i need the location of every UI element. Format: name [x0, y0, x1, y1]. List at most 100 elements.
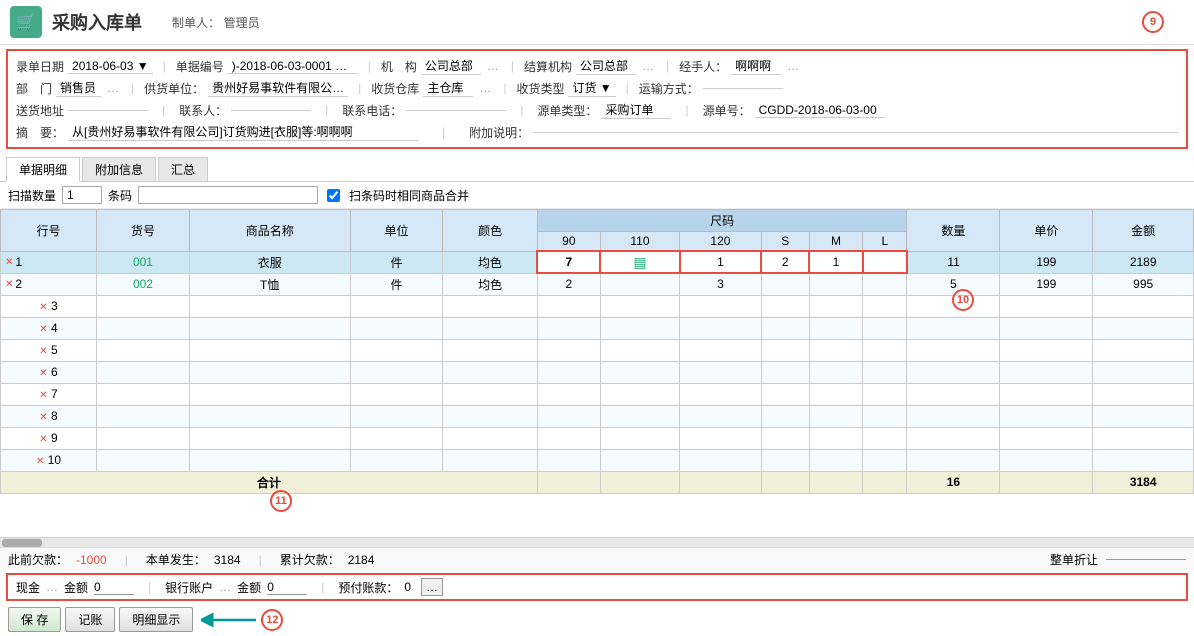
- creator-label: 制单人： 管理员: [172, 14, 260, 31]
- col-size-group: 尺码: [537, 210, 907, 232]
- detail-button[interactable]: 明细显示: [119, 607, 193, 632]
- cell-unit[interactable]: 件: [350, 273, 443, 295]
- cell-size-90[interactable]: 2: [537, 273, 600, 295]
- prev-debt-label: 此前欠款：: [8, 551, 68, 568]
- scrollbar-thumb[interactable]: [2, 539, 42, 547]
- bank-amount-label: 金额: [237, 579, 261, 596]
- discount-value[interactable]: [1106, 559, 1186, 560]
- cell-size-m[interactable]: 1: [809, 251, 863, 273]
- merge-label: 扫条码时相同商品合并: [349, 187, 469, 204]
- save-button[interactable]: 保 存: [8, 607, 61, 632]
- cell-amount[interactable]: 2189: [1093, 251, 1194, 273]
- col-size-110: 110: [600, 232, 679, 252]
- table-row[interactable]: ✕ 2 002 T恤 件 均色 2 3 5 199 995: [1, 273, 1194, 295]
- cell-size-120[interactable]: 1: [680, 251, 762, 273]
- cash-amount-label: 金额: [64, 579, 88, 596]
- badge-11: 11: [270, 490, 292, 512]
- merge-checkbox[interactable]: [327, 189, 340, 202]
- cell-amount[interactable]: 995: [1093, 273, 1194, 295]
- form-row-2: 部 门 销售员 … | 供货单位： 贵州好易事软件有限公… | 收货仓库 主仓库…: [16, 77, 1178, 99]
- header-row-1: 行号 货号 商品名称 单位 颜色 尺码 数量 单价 金额: [1, 210, 1194, 232]
- prepay-label: 预付账款：: [338, 579, 398, 596]
- badge-10: 10: [952, 289, 974, 311]
- col-size-m: M: [809, 232, 863, 252]
- table-row[interactable]: ✕ 10: [1, 449, 1194, 471]
- cell-size-s[interactable]: [761, 273, 809, 295]
- tab-summary[interactable]: 汇总: [158, 157, 208, 181]
- cell-size-90[interactable]: 7: [537, 251, 600, 273]
- cell-goodsname[interactable]: T恤: [189, 273, 350, 295]
- col-rownum: 行号: [1, 210, 97, 252]
- cell-goodsno[interactable]: 002: [96, 273, 189, 295]
- table-row[interactable]: ✕ 8: [1, 405, 1194, 427]
- cell-size-l[interactable]: [863, 273, 907, 295]
- col-goodsno: 货号: [96, 210, 189, 252]
- cell-price[interactable]: 199: [1000, 273, 1093, 295]
- tab-detail[interactable]: 单据明细: [6, 157, 80, 182]
- prev-debt-value: -1000: [76, 553, 107, 567]
- col-unit: 单位: [350, 210, 443, 252]
- payment-row: 现金 … 金额 0 | 银行账户 … 金额 0 | 预付账款： 0 …: [6, 573, 1188, 601]
- cell-size-l[interactable]: [863, 251, 907, 273]
- current-value: 3184: [214, 553, 241, 567]
- col-size-120: 120: [680, 232, 762, 252]
- current-label: 本单发生：: [146, 551, 206, 568]
- prepay-value: 0: [404, 580, 411, 594]
- cell-size-m[interactable]: [809, 273, 863, 295]
- col-price: 单价: [1000, 210, 1093, 252]
- form-row-3: 送货地址 | 联系人： | 联系电话： | 源单类型： 采购订单 | 源单号： …: [16, 99, 1178, 121]
- cell-goodsno[interactable]: 001: [96, 251, 189, 273]
- form-row-1: 录单日期 2018-06-03 ▼ | 单据编号 )-2018-06-03-00…: [16, 55, 1178, 77]
- cell-size-110[interactable]: [600, 273, 679, 295]
- main-table: 行号 货号 商品名称 单位 颜色 尺码 数量 单价 金额 90 110 120 …: [0, 209, 1194, 494]
- table-row[interactable]: ✕ 4: [1, 317, 1194, 339]
- cell-rownum: ✕ 2: [1, 273, 97, 295]
- table-row[interactable]: ✕ 7: [1, 383, 1194, 405]
- cell-size-s[interactable]: 2: [761, 251, 809, 273]
- scan-qty-input[interactable]: [62, 186, 102, 204]
- table-row[interactable]: ✕ 6: [1, 361, 1194, 383]
- cell-goodsname[interactable]: 衣服: [189, 251, 350, 273]
- status-bar: 此前欠款： -1000 | 本单发生： 3184 | 累计欠款： 2184 整单…: [0, 547, 1194, 571]
- total-debt-label: 累计欠款：: [280, 551, 340, 568]
- cell-size-120[interactable]: 3: [680, 273, 762, 295]
- barcode-input[interactable]: [138, 186, 318, 204]
- col-qty: 数量: [907, 210, 1000, 252]
- table-wrapper[interactable]: 10 行号 货号 商品名称 单位 颜色 尺码 数量 单价 金额 90 110: [0, 209, 1194, 537]
- barcode-label: 条码: [108, 187, 132, 204]
- cell-qty[interactable]: 11: [907, 251, 1000, 273]
- app-icon: 🛒: [10, 6, 42, 38]
- prepay-button[interactable]: …: [421, 578, 443, 596]
- cash-label: 现金: [16, 579, 40, 596]
- cell-rownum: ✕ 1: [1, 251, 97, 273]
- total-row: 合计 16 3184: [1, 471, 1194, 493]
- table-row[interactable]: ✕ 3: [1, 295, 1194, 317]
- cell-color[interactable]: 均色: [443, 251, 537, 273]
- col-color: 颜色: [443, 210, 537, 252]
- cash-amount-value[interactable]: 0: [94, 580, 134, 595]
- badge-12: 12: [261, 609, 283, 631]
- action-bar: 保 存 记账 明细显示 12: [0, 603, 1194, 636]
- total-debt-value: 2184: [348, 553, 375, 567]
- table-row[interactable]: ✕ 5: [1, 339, 1194, 361]
- scan-qty-label: 扫描数量: [8, 187, 56, 204]
- arrow-icon: [201, 610, 261, 630]
- cell-color[interactable]: 均色: [443, 273, 537, 295]
- table-row[interactable]: ✕ 1 001 衣服 件 均色 7 ▤ 1 2 1 11 199 2189: [1, 251, 1194, 273]
- bank-dots[interactable]: …: [219, 580, 231, 594]
- table-row[interactable]: ✕ 9: [1, 427, 1194, 449]
- cell-price[interactable]: 199: [1000, 251, 1093, 273]
- tab-additional[interactable]: 附加信息: [82, 157, 156, 181]
- col-size-l: L: [863, 232, 907, 252]
- cell-unit[interactable]: 件: [350, 251, 443, 273]
- cell-size-110[interactable]: ▤: [600, 251, 679, 273]
- total-amount: 3184: [1093, 471, 1194, 493]
- header: 🛒 采购入库单 制单人： 管理员 9: [0, 0, 1194, 45]
- cash-dots[interactable]: …: [46, 580, 58, 594]
- account-button[interactable]: 记账: [65, 607, 115, 632]
- discount-label: 整单折让: [1050, 551, 1098, 568]
- scrollbar[interactable]: [0, 537, 1194, 547]
- bank-amount-value[interactable]: 0: [267, 580, 307, 595]
- col-goodsname: 商品名称: [189, 210, 350, 252]
- total-label: 合计: [1, 471, 538, 493]
